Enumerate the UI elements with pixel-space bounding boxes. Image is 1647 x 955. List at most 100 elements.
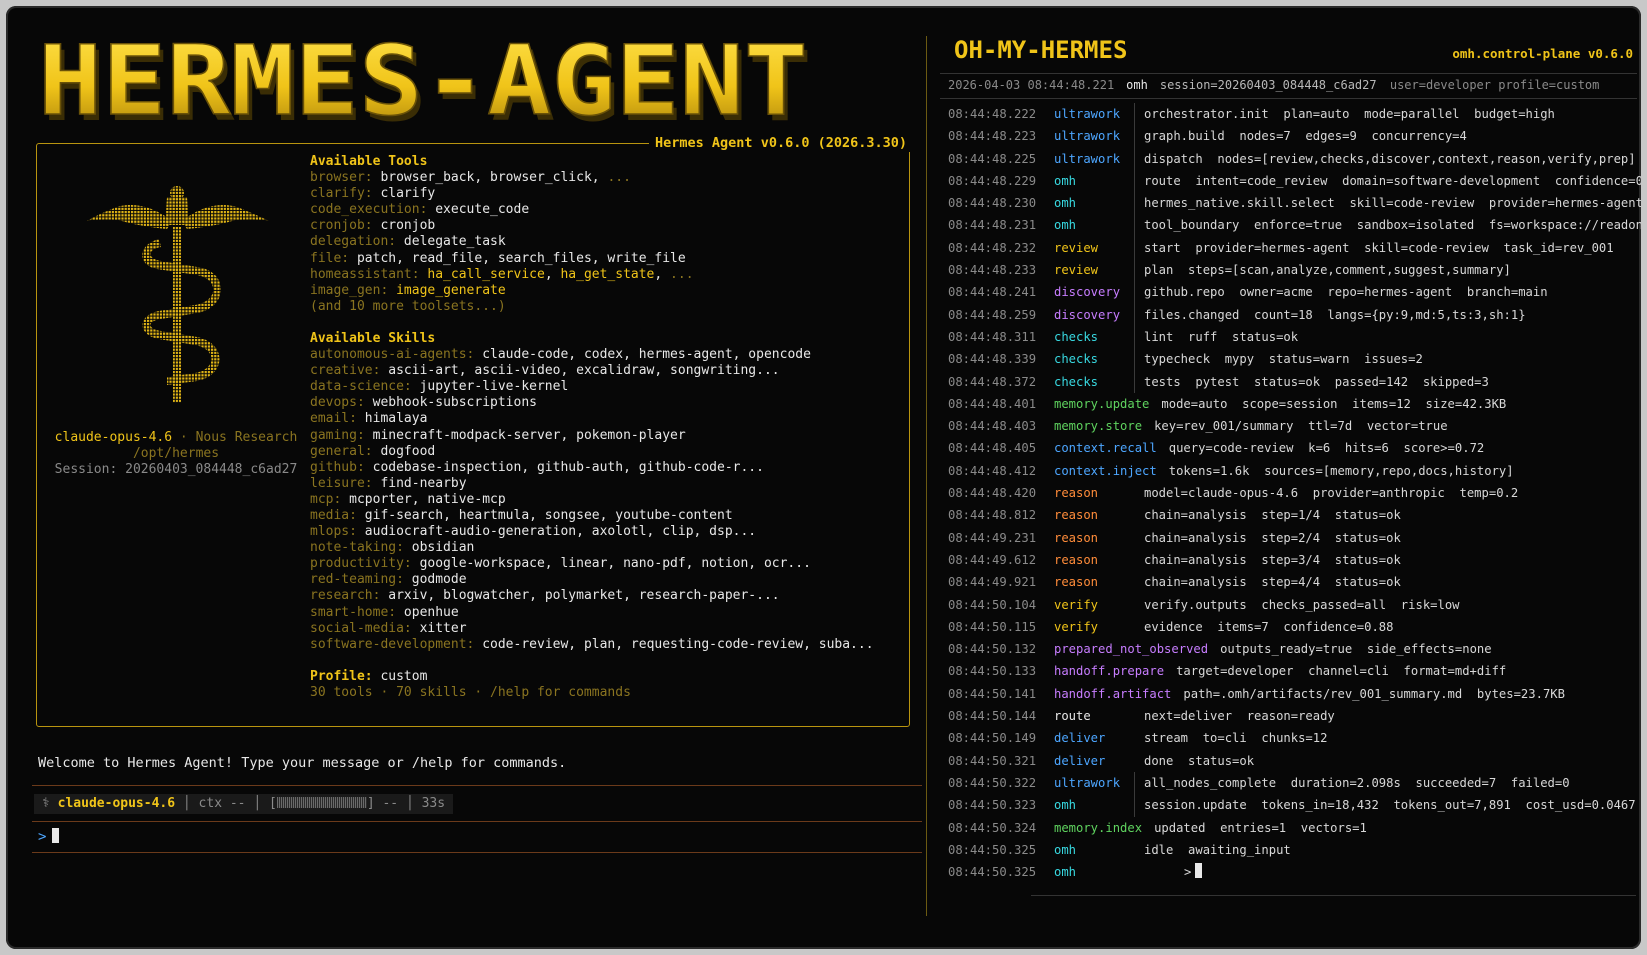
log-row: 08:44:50.132 prepared_not_observed outputs… bbox=[948, 638, 1638, 660]
log-row: 08:44:48.420 reason model=claude-opus-4.6 … bbox=[948, 482, 1638, 504]
skill-names: google-workspace, linear, nano-pdf, noti… bbox=[419, 556, 811, 572]
log-tag: verify bbox=[1054, 619, 1099, 634]
log-timestamp: 08:44:49.612 bbox=[948, 552, 1037, 567]
session-id: Session: 20260403_084448_c6ad27 bbox=[54, 462, 298, 477]
log-message: evidence items=7 confidence=0.88 bbox=[1144, 619, 1394, 634]
log-message: tool_boundary enforce=true sandbox=isola… bbox=[1144, 218, 1641, 233]
log-timestamp: 08:44:50.323 bbox=[948, 798, 1037, 813]
log-tag: reason bbox=[1054, 552, 1099, 567]
log-row: 08:44:50.321 deliver done status=ok bbox=[948, 750, 1638, 772]
divider bbox=[940, 73, 1637, 74]
log-tag: deliver bbox=[1054, 731, 1106, 746]
log-timestamp: 08:44:50.133 bbox=[948, 664, 1037, 679]
skill-category: red-teaming: bbox=[310, 572, 404, 588]
log-timestamp: 08:44:48.372 bbox=[948, 374, 1037, 389]
log-row: 08:44:48.232 review start provider=hermes-… bbox=[948, 236, 1638, 260]
log-message: idle awaiting_input bbox=[1144, 842, 1291, 857]
tool-row: (and 10 more toolsets...) bbox=[310, 299, 905, 315]
log-timestamp: 08:44:48.223 bbox=[948, 129, 1037, 144]
tool-category: cronjob: bbox=[310, 218, 373, 234]
log-row: 08:44:48.231 omh tool_boundary enforce=tru… bbox=[948, 214, 1641, 237]
skill-row: data-science: jupyter-live-kernel bbox=[310, 379, 905, 395]
skill-category: research: bbox=[310, 588, 381, 604]
tool-separator: , bbox=[654, 266, 671, 282]
separator: · bbox=[179, 430, 188, 445]
log-message: updated entries=1 vectors=1 bbox=[1154, 820, 1367, 835]
tool-category: (and 10 more toolsets...) bbox=[310, 298, 506, 314]
log-message: tests pytest status=ok passed=142 skippe… bbox=[1144, 374, 1489, 389]
skill-category: creative: bbox=[310, 363, 381, 379]
log-row: 08:44:48.229 omh route intent=code_review … bbox=[948, 169, 1641, 193]
log-tag: memory.index bbox=[1054, 820, 1143, 835]
log-tag: omh bbox=[1054, 218, 1077, 233]
log-separator bbox=[1134, 125, 1135, 148]
hermes-agent-banner: HERMES-AGENT HERMES-AGENT bbox=[36, 24, 816, 143]
log-timestamp: 08:44:50.325 bbox=[948, 842, 1037, 857]
log-tag: memory.store bbox=[1054, 419, 1143, 434]
skill-row: social-media: xitter bbox=[310, 621, 905, 637]
log-tag: checks bbox=[1054, 374, 1099, 389]
log-timestamp: 08:44:50.149 bbox=[948, 731, 1037, 746]
skill-names: ascii-art, ascii-video, excalidraw, song… bbox=[388, 363, 780, 379]
log-message: plan steps=[scan,analyze,comment,suggest… bbox=[1144, 263, 1511, 278]
log-row: 08:44:48.222 ultrawork orchestrator.init p… bbox=[948, 103, 1638, 126]
tool-names: browser_back, browser_click, bbox=[380, 170, 608, 186]
event-log: 08:44:48.222 ultrawork orchestrator.init p… bbox=[948, 103, 1641, 883]
log-separator bbox=[1134, 348, 1135, 371]
skill-names: jupyter-live-kernel bbox=[419, 379, 569, 395]
session-header: 2026-04-03 08:44:48.221 omh session=202604… bbox=[948, 78, 1599, 92]
log-message: query=code-review k=6 hits=6 score>=0.72 bbox=[1168, 441, 1485, 456]
log-message: outputs_ready=true side_effects=none bbox=[1220, 642, 1492, 657]
log-row: 08:44:50.323 omh session.update tokens_in=… bbox=[948, 794, 1638, 817]
panel-title: OH-MY-HERMES bbox=[954, 36, 1128, 64]
skill-row: research: arxiv, blogwatcher, polymarket… bbox=[310, 588, 905, 604]
install-path: /opt/hermes bbox=[132, 446, 220, 461]
skill-category: github: bbox=[310, 459, 365, 475]
divider bbox=[1031, 895, 1636, 896]
log-row: 08:44:48.233 review plan steps=[scan,analy… bbox=[948, 259, 1638, 282]
tool-category: file: bbox=[310, 250, 350, 266]
skill-names: minecraft-modpack-server, pokemon-player bbox=[372, 427, 686, 443]
log-timestamp: 08:44:48.231 bbox=[948, 218, 1037, 233]
log-message: chain=analysis step=3/4 status=ok bbox=[1144, 552, 1401, 567]
skill-names: arxiv, blogwatcher, polymarket, research… bbox=[388, 588, 780, 604]
command-input[interactable]: > bbox=[38, 828, 60, 845]
tools-header: Available Tools bbox=[310, 154, 428, 169]
log-tag: reason bbox=[1054, 508, 1099, 523]
skill-category: autonomous-ai-agents: bbox=[310, 347, 475, 363]
session-profile: profile=custom bbox=[1498, 78, 1600, 92]
box-title: Hermes Agent v0.6.0 (2026.3.30) bbox=[649, 134, 911, 152]
skill-category: productivity: bbox=[310, 556, 412, 572]
log-tag: reason bbox=[1054, 575, 1099, 590]
log-tag: ultrawork bbox=[1054, 107, 1121, 121]
log-tag: discovery bbox=[1054, 307, 1121, 322]
skill-category: smart-home: bbox=[310, 604, 397, 620]
banner-text: HERMES-AGENT bbox=[38, 34, 808, 128]
log-timestamp: 08:44:48.401 bbox=[948, 396, 1037, 411]
log-tag: checks bbox=[1054, 329, 1099, 344]
log-row: 08:44:48.241 discovery github.repo owner=a… bbox=[948, 281, 1638, 304]
session-tag: omh bbox=[1126, 78, 1148, 92]
log-row: 08:44:48.405 context.recall query=code-rev… bbox=[948, 437, 1638, 459]
tool-name-highlight: ha_get_state bbox=[560, 266, 655, 282]
log-message: target=developer channel=cli format=md+d… bbox=[1176, 664, 1507, 679]
log-row: 08:44:48.412 context.inject tokens=1.6k so… bbox=[948, 460, 1638, 482]
log-message: key=rev_001/summary ttl=7d vector=true bbox=[1154, 419, 1448, 434]
skill-names: dogfood bbox=[380, 443, 436, 459]
skill-category: data-science: bbox=[310, 379, 412, 395]
log-separator bbox=[1134, 771, 1135, 795]
log-row: 08:44:48.401 memory.update mode=auto scope… bbox=[948, 393, 1638, 415]
log-message: stream to=cli chunks=12 bbox=[1144, 731, 1328, 746]
log-separator bbox=[1134, 169, 1135, 193]
log-tag: ultrawork bbox=[1054, 129, 1121, 144]
tool-row: homeassistant: ha_call_service, ha_get_s… bbox=[310, 267, 905, 283]
log-message: start provider=hermes-agent skill=code-r… bbox=[1144, 240, 1614, 255]
terminal-window: HERMES-AGENT HERMES-AGENT Hermes Agent v… bbox=[6, 6, 1641, 949]
skill-names: codebase-inspection, github-auth, github… bbox=[372, 459, 764, 475]
status-model: claude-opus-4.6 bbox=[57, 796, 176, 811]
log-message: model=claude-opus-4.6 provider=anthropic… bbox=[1144, 486, 1519, 501]
skill-row: smart-home: openhue bbox=[310, 605, 905, 621]
tool-category: clarify: bbox=[310, 186, 373, 202]
tool-name-highlight: image_generate bbox=[396, 282, 506, 298]
log-message: dispatch nodes=[review,checks,discover,c… bbox=[1144, 151, 1636, 166]
